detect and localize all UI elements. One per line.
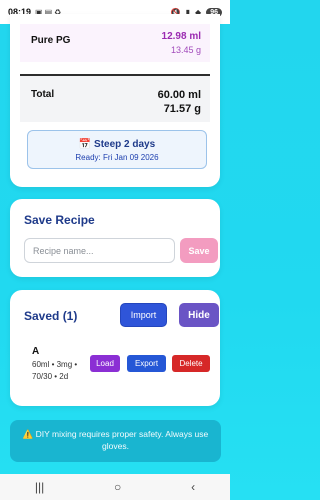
warning-text: DIY mixing requires proper safety. Alway…	[35, 429, 209, 451]
home-icon[interactable]: ○	[114, 480, 121, 494]
save-recipe-title: Save Recipe	[24, 213, 95, 227]
pg-volume: 12.98 ml	[161, 31, 201, 42]
steep-title: Steep 2 days	[94, 139, 156, 150]
recents-icon[interactable]: |||	[35, 480, 44, 494]
total-weight: 71.57 g	[163, 103, 201, 115]
total-row: Total 60.00 ml 71.57 g	[20, 76, 210, 122]
delete-button[interactable]: Delete	[172, 355, 210, 372]
warning-icon: ⚠️	[22, 429, 34, 439]
calendar-icon: 📅	[78, 139, 92, 150]
steep-ready-date: Ready: Fri Jan 09 2026	[75, 153, 159, 162]
save-recipe-card: Save Recipe Save	[10, 199, 220, 277]
pg-row: Pure PG 12.98 ml 13.45 g	[20, 24, 210, 62]
total-label: Total	[31, 89, 55, 100]
steep-box: 📅 Steep 2 days Ready: Fri Jan 09 2026	[27, 130, 207, 169]
safety-warning: ⚠️ DIY mixing requires proper safety. Al…	[10, 420, 221, 462]
total-volume: 60.00 ml	[157, 89, 201, 101]
saved-item-meta: 60ml • 3mg • 70/30 • 2d	[32, 360, 78, 381]
system-nav-bar: ||| ○ ‹	[0, 474, 230, 500]
saved-item-name: A	[32, 346, 40, 357]
saved-title: Saved (1)	[24, 309, 78, 323]
back-icon[interactable]: ‹	[191, 480, 195, 494]
import-button[interactable]: Import	[120, 303, 167, 327]
save-button[interactable]: Save	[180, 238, 218, 263]
export-button[interactable]: Export	[127, 355, 166, 372]
saved-recipes-card: Saved (1) Import Hide A 60ml • 3mg • 70/…	[10, 290, 220, 406]
pg-label: Pure PG	[31, 35, 71, 46]
hide-button[interactable]: Hide	[179, 303, 219, 327]
recipe-name-input[interactable]	[24, 238, 175, 263]
load-button[interactable]: Load	[90, 355, 120, 372]
pg-weight: 13.45 g	[170, 45, 201, 55]
